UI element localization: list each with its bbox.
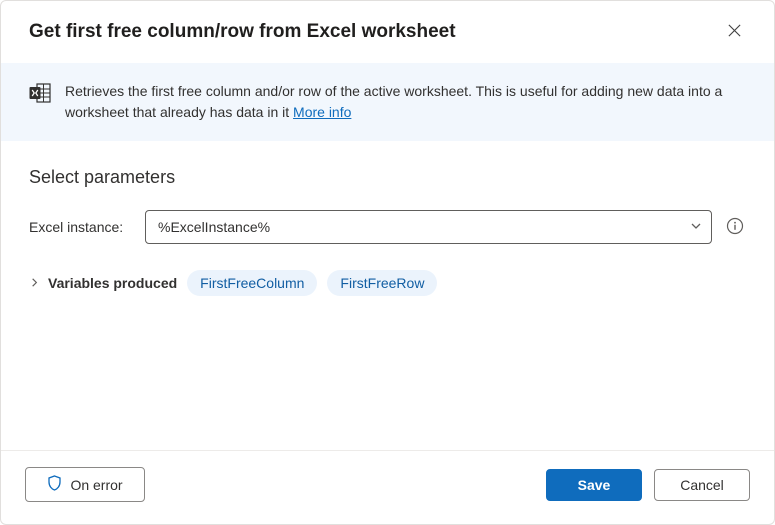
info-icon (726, 217, 744, 238)
footer-actions: Save Cancel (546, 469, 750, 501)
variables-produced-label: Variables produced (48, 275, 177, 291)
excel-instance-row: Excel instance: %ExcelInstance% (29, 210, 746, 244)
dialog-content: Select parameters Excel instance: %Excel… (1, 141, 774, 450)
excel-instance-value: %ExcelInstance% (158, 219, 270, 235)
more-info-link[interactable]: More info (293, 104, 351, 120)
info-banner: Retrieves the first free column and/or r… (1, 63, 774, 141)
excel-icon (29, 83, 51, 106)
dialog-header: Get first free column/row from Excel wor… (1, 1, 774, 63)
excel-instance-info-button[interactable] (724, 215, 746, 240)
chevron-right-icon (29, 276, 40, 291)
excel-instance-select[interactable]: %ExcelInstance% (145, 210, 712, 244)
save-button[interactable]: Save (546, 469, 642, 501)
shield-icon (47, 475, 62, 494)
section-title: Select parameters (29, 167, 746, 188)
dialog-description: Retrieves the first free column and/or r… (65, 83, 722, 120)
on-error-button[interactable]: On error (25, 467, 145, 502)
on-error-label: On error (70, 477, 122, 493)
close-button[interactable] (723, 19, 746, 45)
excel-instance-label: Excel instance: (29, 219, 133, 235)
variable-pill-firstfreerow[interactable]: FirstFreeRow (327, 270, 437, 296)
variables-expand-toggle[interactable]: Variables produced (29, 275, 177, 291)
info-banner-text: Retrieves the first free column and/or r… (65, 81, 746, 123)
excel-instance-select-wrapper: %ExcelInstance% (145, 210, 712, 244)
variables-produced-row: Variables produced FirstFreeColumn First… (29, 270, 746, 296)
dialog-footer: On error Save Cancel (1, 450, 774, 524)
dialog-title: Get first free column/row from Excel wor… (29, 21, 456, 43)
variable-pill-firstfreecolumn[interactable]: FirstFreeColumn (187, 270, 317, 296)
close-icon (727, 23, 742, 41)
cancel-button[interactable]: Cancel (654, 469, 750, 501)
